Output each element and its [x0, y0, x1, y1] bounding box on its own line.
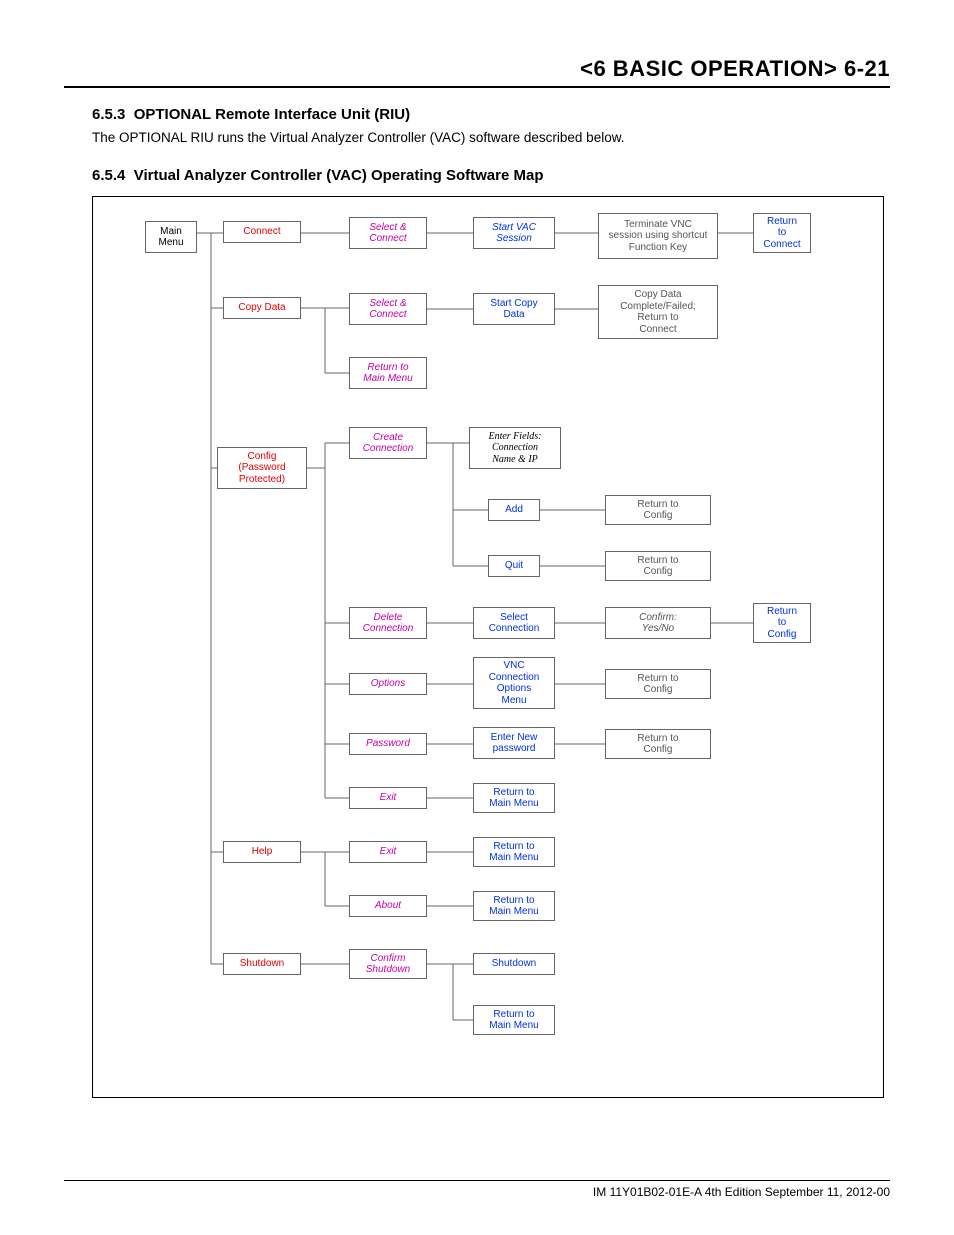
- box-vnc-options: VNCConnectionOptionsMenu: [473, 657, 555, 709]
- box-help: Help: [223, 841, 301, 863]
- box-return-connect-1: ReturntoConnect: [753, 213, 811, 253]
- header-rule: [64, 86, 890, 88]
- box-terminate-vnc: Terminate VNCsession using shortcutFunct…: [598, 213, 718, 259]
- box-start-vac: Start VACSession: [473, 217, 555, 249]
- box-confirm-yn: Confirm:Yes/No: [605, 607, 711, 639]
- box-select-connect-1: Select &Connect: [349, 217, 427, 249]
- box-delete-connection: DeleteConnection: [349, 607, 427, 639]
- box-select-connect-2: Select &Connect: [349, 293, 427, 325]
- box-return-config-quit: Return toConfig: [605, 551, 711, 581]
- section-654: 6.5.4 Virtual Analyzer Controller (VAC) …: [92, 167, 890, 184]
- box-quit: Quit: [488, 555, 540, 577]
- page-header: <6 BASIC OPERATION> 6-21: [64, 56, 890, 82]
- box-about: About: [349, 895, 427, 917]
- box-help-exit: Exit: [349, 841, 427, 863]
- box-confirm-shutdown: ConfirmShutdown: [349, 949, 427, 979]
- box-password: Password: [349, 733, 427, 755]
- box-start-copy: Start CopyData: [473, 293, 555, 325]
- box-exit-config: Exit: [349, 787, 427, 809]
- box-enter-fields: Enter Fields:ConnectionName & IP: [469, 427, 561, 469]
- box-create-connection: CreateConnection: [349, 427, 427, 459]
- box-return-main-1: Return toMain Menu: [349, 357, 427, 389]
- box-add: Add: [488, 499, 540, 521]
- box-return-config-pw: Return toConfig: [605, 729, 711, 759]
- box-return-main-shutdown: Return toMain Menu: [473, 1005, 555, 1035]
- box-return-config-opt: Return toConfig: [605, 669, 711, 699]
- paragraph-653: The OPTIONAL RIU runs the Virtual Analyz…: [92, 129, 890, 147]
- box-select-connection: SelectConnection: [473, 607, 555, 639]
- box-copy-result: Copy DataComplete/Failed;Return toConnec…: [598, 285, 718, 339]
- software-map-diagram: MainMenu Connect Select &Connect Start V…: [92, 196, 884, 1098]
- box-config: Config(PasswordProtected): [217, 447, 307, 489]
- box-copy-data: Copy Data: [223, 297, 301, 319]
- box-main-menu: MainMenu: [145, 221, 197, 253]
- box-enter-password: Enter Newpassword: [473, 727, 555, 759]
- box-return-main-help: Return toMain Menu: [473, 837, 555, 867]
- box-return-config-del: ReturntoConfig: [753, 603, 811, 643]
- box-return-main-about: Return toMain Menu: [473, 891, 555, 921]
- box-shutdown-action: Shutdown: [473, 953, 555, 975]
- box-return-main-exit: Return toMain Menu: [473, 783, 555, 813]
- section-653: 6.5.3 OPTIONAL Remote Interface Unit (RI…: [92, 106, 890, 123]
- box-shutdown: Shutdown: [223, 953, 301, 975]
- page-footer: IM 11Y01B02-01E-A 4th Edition September …: [64, 1180, 890, 1199]
- box-connect: Connect: [223, 221, 301, 243]
- box-options: Options: [349, 673, 427, 695]
- box-return-config-add: Return toConfig: [605, 495, 711, 525]
